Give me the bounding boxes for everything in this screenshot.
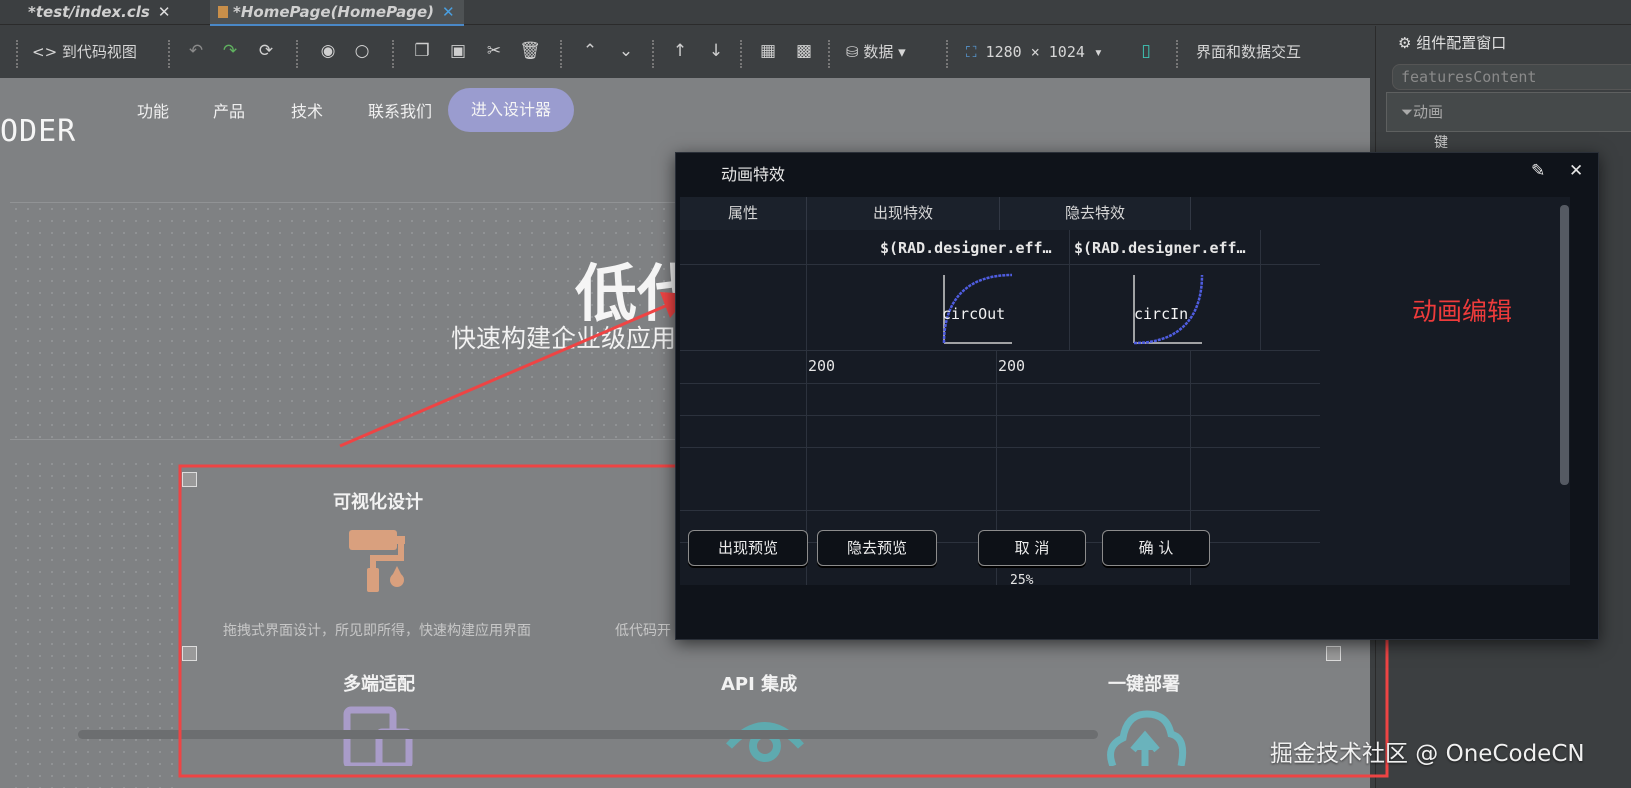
dialog-vertical-scrollbar[interactable] (1560, 205, 1569, 485)
dialog-title: 动画特效 (721, 165, 786, 184)
column-header-hide-effect[interactable]: 隐去特效 (1000, 197, 1191, 230)
column-header-property[interactable]: 属性 (680, 197, 807, 230)
animation-effects-dialog[interactable]: 动画特效 ✎ ✕ 属性 出现特效 隐去特效 $(RAD.designer.eff… (675, 152, 1599, 640)
hide-preview-button[interactable]: 隐去预览 (817, 530, 937, 566)
grid-line (680, 415, 1320, 416)
show-preview-button[interactable]: 出现预览 (688, 530, 808, 566)
grid-line (1260, 230, 1261, 350)
grid-line (680, 383, 1320, 384)
easing-label-circin: circIn (1134, 305, 1189, 323)
grid-line (680, 510, 1320, 511)
edit-icon[interactable]: ✎ (1531, 161, 1545, 181)
easing-label-circout: circOut (942, 305, 1006, 323)
animation-grid[interactable]: 属性 出现特效 隐去特效 $(RAD.designer.eff… $(RAD.d… (680, 197, 1570, 585)
show-effect-expression[interactable]: $(RAD.designer.eff… (880, 239, 1052, 257)
annotation-label: 动画编辑 (1412, 297, 1513, 326)
watermark: 掘金技术社区 @ OneCodeCN (1270, 741, 1585, 767)
percent-cell[interactable]: 25% (1010, 573, 1033, 585)
hide-duration-cell[interactable]: 200 (998, 357, 1025, 375)
grid-line (1069, 230, 1070, 350)
grid-line (680, 447, 1320, 448)
grid-line (680, 350, 1320, 351)
annotation-arrow-line (339, 302, 671, 448)
confirm-button[interactable]: 确 认 (1102, 530, 1210, 566)
cancel-button[interactable]: 取 消 (978, 530, 1086, 566)
column-header-show-effect[interactable]: 出现特效 (807, 197, 1000, 230)
close-icon[interactable]: ✕ (1569, 161, 1583, 181)
grid-line (680, 264, 1320, 265)
show-duration-cell[interactable]: 200 (808, 357, 835, 375)
hide-effect-expression[interactable]: $(RAD.designer.eff… (1074, 239, 1246, 257)
